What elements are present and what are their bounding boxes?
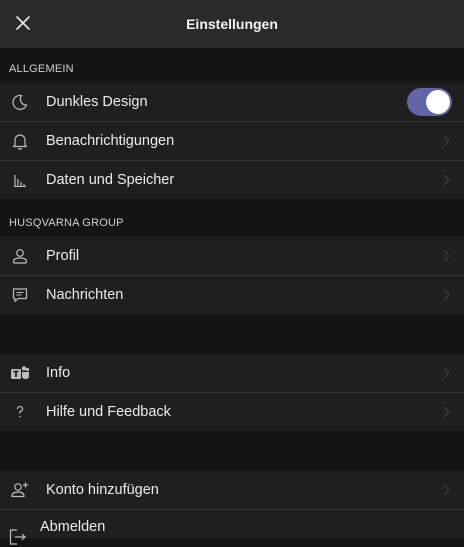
profile-row[interactable]: Profil [0, 237, 464, 275]
section-header-org: HUSQVARNA GROUP [9, 217, 124, 229]
toggle-knob [426, 90, 450, 114]
chevron-right-icon [443, 174, 450, 186]
info-label: Info [46, 365, 71, 381]
moon-icon [10, 92, 30, 112]
top-bar: Einstellungen [0, 0, 464, 48]
sign-out-row[interactable]: Abmelden [0, 510, 464, 545]
chevron-right-icon [443, 289, 450, 301]
profile-label: Profil [46, 248, 80, 264]
bar-chart-icon [10, 170, 30, 190]
sign-out-label: Abmelden [40, 519, 106, 535]
chevron-right-icon [443, 484, 450, 496]
dark-design-toggle[interactable] [407, 88, 452, 116]
add-person-icon [10, 480, 30, 500]
info-row[interactable]: Info [0, 354, 464, 392]
sign-out-icon [8, 527, 28, 547]
section-header-general: ALLGEMEIN [9, 63, 74, 75]
message-icon [10, 285, 30, 305]
help-feedback-row[interactable]: Hilfe und Feedback [0, 393, 464, 431]
data-storage-row[interactable]: Daten und Speicher [0, 161, 464, 199]
chevron-right-icon [443, 250, 450, 262]
data-storage-label: Daten und Speicher [46, 172, 175, 188]
chevron-right-icon [443, 135, 450, 147]
dark-design-row: Dunkles Design [0, 83, 464, 121]
add-account-row[interactable]: Konto hinzufügen [0, 471, 464, 509]
chevron-right-icon [443, 406, 450, 418]
notifications-label: Benachrichtigungen [46, 133, 175, 149]
dark-design-label: Dunkles Design [46, 94, 148, 110]
question-icon [10, 402, 30, 422]
page-title: Einstellungen [186, 16, 278, 32]
notifications-row[interactable]: Benachrichtigungen [0, 122, 464, 160]
bell-icon [10, 131, 30, 151]
help-feedback-label: Hilfe und Feedback [46, 404, 171, 420]
messages-label: Nachrichten [46, 287, 124, 303]
messages-row[interactable]: Nachrichten [0, 276, 464, 314]
teams-logo-icon [10, 363, 30, 383]
chevron-right-icon [443, 367, 450, 379]
person-icon [10, 246, 30, 266]
add-account-label: Konto hinzufügen [46, 482, 159, 498]
